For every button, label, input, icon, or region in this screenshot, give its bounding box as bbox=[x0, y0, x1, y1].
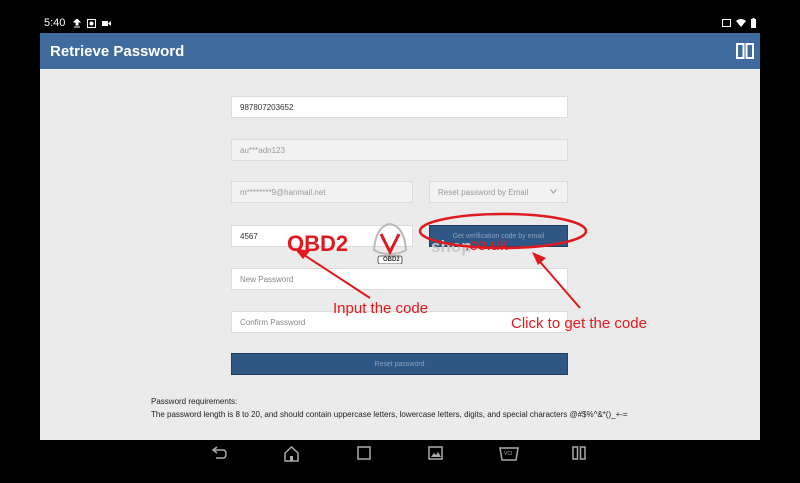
chevron-down-icon bbox=[550, 189, 557, 194]
annotation-click-code: Click to get the code bbox=[511, 315, 647, 332]
split-screen-nav-icon[interactable] bbox=[572, 446, 586, 460]
confirm-password-placeholder: Confirm Password bbox=[240, 317, 306, 327]
navigation-bar bbox=[0, 440, 800, 483]
reset-method-select[interactable]: Reset password by Email bbox=[429, 181, 568, 203]
status-time: 5:40 bbox=[44, 17, 66, 29]
watermark-logo: OBD2 OBD2 shop .co.uk bbox=[284, 220, 514, 266]
email-field: m********9@hanmail.net bbox=[231, 181, 413, 203]
username-value: au***adn123 bbox=[240, 145, 285, 155]
requirements-text: The password length is 8 to 20, and shou… bbox=[151, 410, 628, 419]
verification-code-value: 4567 bbox=[240, 231, 258, 241]
annotation-input-code: Input the code bbox=[333, 300, 429, 317]
watermark-domain: .co.uk bbox=[465, 237, 508, 254]
status-bar: 5:40 bbox=[40, 13, 760, 33]
username-field: au***adn123 bbox=[231, 139, 568, 161]
back-icon[interactable] bbox=[211, 446, 227, 462]
battery-icon bbox=[751, 18, 756, 28]
phone-field[interactable]: 987807203652 bbox=[231, 96, 568, 118]
wifi-icon bbox=[736, 19, 746, 27]
phone-value: 987807203652 bbox=[240, 102, 294, 112]
email-value: m********9@hanmail.net bbox=[240, 187, 326, 197]
settings-icon bbox=[87, 18, 97, 28]
new-password-placeholder: New Password bbox=[240, 274, 294, 284]
screenshot-icon[interactable] bbox=[428, 446, 443, 460]
upload-icon bbox=[73, 18, 82, 27]
record-icon bbox=[102, 20, 112, 26]
reset-method-value: Reset password by Email bbox=[438, 187, 529, 197]
watermark-badge: OBD2 bbox=[383, 257, 400, 263]
split-screen-icon[interactable] bbox=[736, 42, 754, 60]
reset-password-button[interactable]: Reset password bbox=[231, 353, 568, 375]
app-bar: Retrieve Password bbox=[40, 33, 760, 69]
page-title: Retrieve Password bbox=[50, 42, 185, 60]
recents-icon[interactable] bbox=[357, 446, 371, 460]
requirements-heading: Password requirements: bbox=[151, 397, 238, 406]
cast-icon bbox=[722, 19, 731, 27]
home-icon[interactable] bbox=[284, 446, 299, 462]
vci-label: VCI bbox=[504, 451, 513, 457]
watermark-brand: OBD2 bbox=[287, 231, 349, 256]
new-password-field[interactable]: New Password bbox=[231, 268, 568, 290]
reset-button-label: Reset password bbox=[374, 360, 425, 368]
